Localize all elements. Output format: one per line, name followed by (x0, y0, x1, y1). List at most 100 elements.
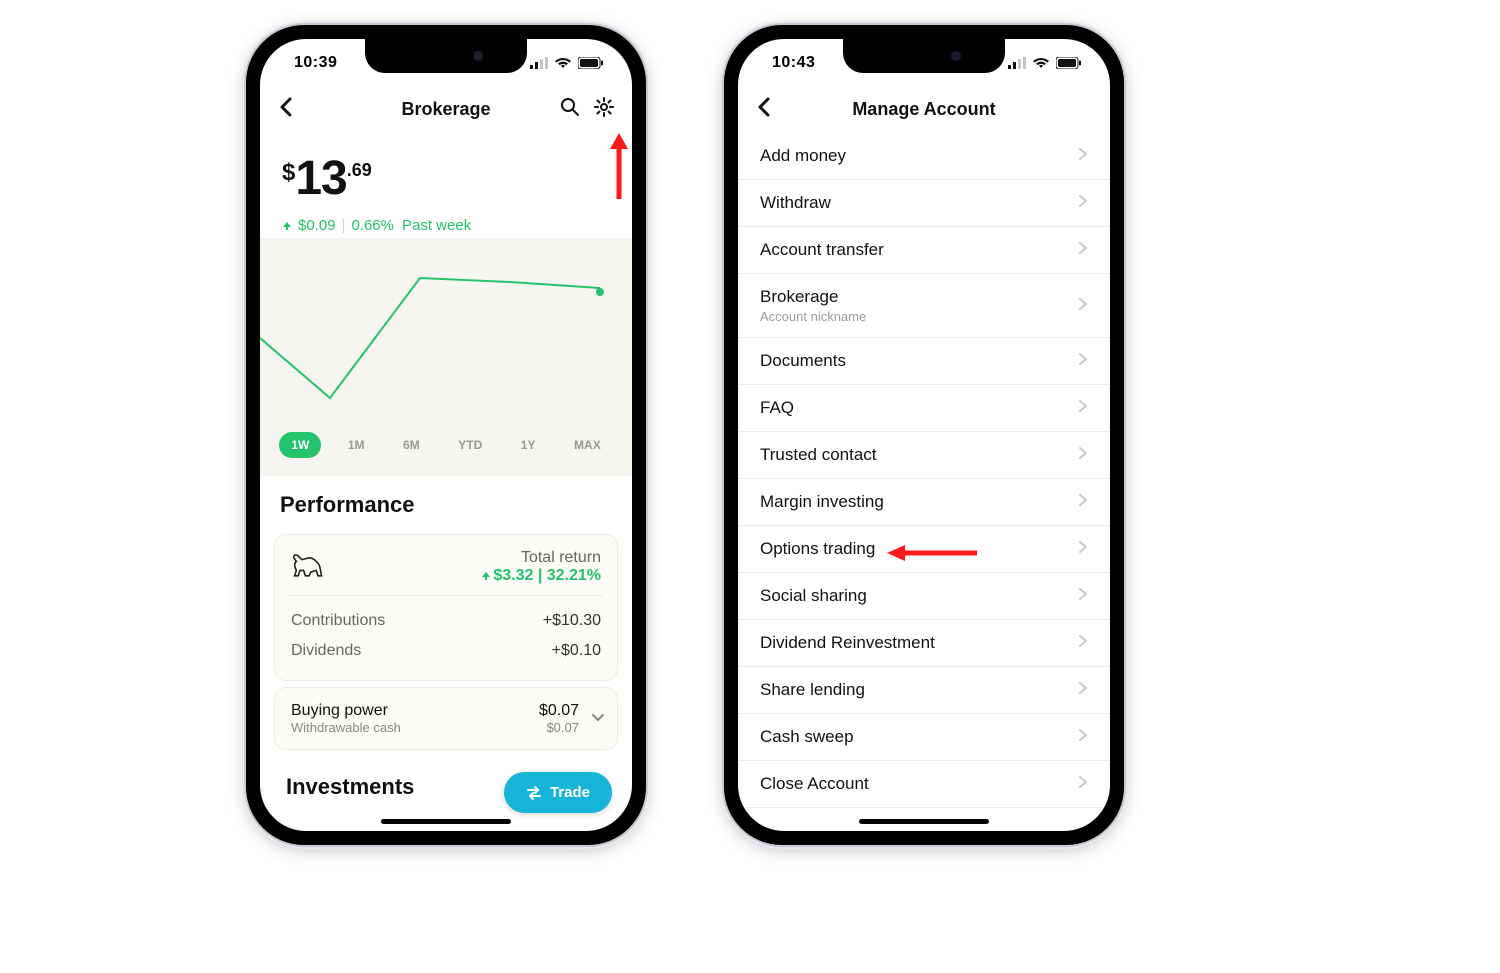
settings-item-label: Trusted contact (760, 445, 877, 465)
range-tabs: 1W 1M 6M YTD 1Y MAX (260, 428, 632, 476)
chevron-right-icon (1078, 146, 1088, 166)
balance-delta: $0.09 | 0.66% Past week (282, 217, 610, 234)
settings-item-share-lending[interactable]: Share lending (738, 667, 1110, 714)
contributions-value: +$10.30 (543, 612, 601, 630)
chevron-down-icon (591, 713, 605, 723)
settings-item-label: Social sharing (760, 586, 867, 606)
battery-icon (578, 57, 604, 69)
range-tab-1y[interactable]: 1Y (509, 432, 548, 458)
chevron-right-icon (1078, 539, 1088, 559)
trade-icon (526, 786, 542, 800)
home-indicator[interactable] (381, 819, 511, 824)
screen: 10:43 Manage Account Add money Withdraw Ac… (738, 39, 1110, 831)
trade-button[interactable]: Trade (504, 772, 612, 813)
account-balance: $ 13 .69 (282, 155, 610, 203)
delta-period: Past week (402, 217, 471, 234)
settings-button[interactable] (594, 97, 614, 122)
battery-icon (1056, 57, 1082, 69)
chevron-left-icon (278, 97, 292, 117)
settings-item-label: Account transfer (760, 240, 884, 260)
nav-bar: Brokerage (260, 87, 632, 131)
settings-item-sublabel: Account nickname (760, 309, 866, 324)
back-button[interactable] (278, 97, 292, 122)
back-button[interactable] (756, 97, 770, 122)
content: $ 13 .69 $0.09 | 0.66% Past week (260, 131, 632, 831)
chevron-right-icon (1078, 633, 1088, 653)
chevron-right-icon (1078, 351, 1088, 371)
chevron-left-icon (756, 97, 770, 117)
settings-item-faq[interactable]: FAQ (738, 385, 1110, 432)
wifi-icon (1032, 57, 1050, 69)
settings-item-label: Options trading (760, 539, 875, 559)
settings-item-withdraw[interactable]: Withdraw (738, 180, 1110, 227)
cellular-icon (530, 57, 548, 69)
balance-chart[interactable] (260, 238, 632, 428)
settings-item-brokerage[interactable]: Brokerage Account nickname (738, 274, 1110, 338)
settings-item-documents[interactable]: Documents (738, 338, 1110, 385)
separator: | (342, 217, 346, 234)
settings-item-label: Share lending (760, 680, 865, 700)
annotation-arrow-settings (608, 129, 630, 201)
range-tab-max[interactable]: MAX (562, 432, 613, 458)
phone-manage-account: 10:43 Manage Account Add money Withdraw Ac… (724, 25, 1124, 845)
balance-block: $ 13 .69 $0.09 | 0.66% Past week (260, 131, 632, 238)
settings-item-cash-sweep[interactable]: Cash sweep (738, 714, 1110, 761)
chevron-right-icon (1078, 296, 1088, 316)
settings-item-account-transfer[interactable]: Account transfer (738, 227, 1110, 274)
nav-title: Brokerage (344, 99, 548, 120)
settings-item-label: Margin investing (760, 492, 884, 512)
buying-power-label: Buying power (291, 702, 388, 720)
settings-item-label: Documents (760, 351, 846, 371)
total-return-value: $3.32 | 32.21% (481, 567, 601, 585)
settings-item-label: FAQ (760, 398, 794, 418)
range-tab-1m[interactable]: 1M (336, 432, 377, 458)
arrow-up-icon (481, 571, 491, 581)
settings-item-label: Withdraw (760, 193, 831, 213)
trade-label: Trade (550, 784, 590, 801)
search-button[interactable] (560, 97, 580, 122)
annotation-arrow-options (883, 544, 979, 562)
status-time: 10:43 (772, 54, 815, 72)
chevron-right-icon (1078, 398, 1088, 418)
settings-item-close-account[interactable]: Close Account (738, 761, 1110, 808)
settings-item-dividend-reinvestment[interactable]: Dividend Reinvestment (738, 620, 1110, 667)
status-time: 10:39 (294, 54, 337, 72)
range-tab-ytd[interactable]: YTD (446, 432, 494, 458)
cellular-icon (1008, 57, 1026, 69)
gear-icon (594, 97, 614, 117)
currency-symbol: $ (282, 161, 295, 185)
settings-item-add-money[interactable]: Add money (738, 133, 1110, 180)
wifi-icon (554, 57, 572, 69)
settings-item-social-sharing[interactable]: Social sharing (738, 573, 1110, 620)
withdrawable-label: Withdrawable cash (291, 720, 401, 735)
settings-item-trusted-contact[interactable]: Trusted contact (738, 432, 1110, 479)
settings-item-margin-investing[interactable]: Margin investing (738, 479, 1110, 526)
chevron-right-icon (1078, 240, 1088, 260)
chevron-right-icon (1078, 492, 1088, 512)
status-icons (530, 57, 604, 69)
settings-item-label: Dividend Reinvestment (760, 633, 935, 653)
settings-item-label: Brokerage (760, 287, 866, 307)
chevron-right-icon (1078, 680, 1088, 700)
chart-current-dot (596, 288, 604, 296)
search-icon (560, 97, 580, 117)
settings-list: Add money Withdraw Account transfer Brokera… (738, 131, 1110, 808)
status-icons (1008, 57, 1082, 69)
chevron-right-icon (1078, 586, 1088, 606)
nav-bar: Manage Account (738, 87, 1110, 131)
total-return-card[interactable]: Total return $3.32 | 32.21% Contribution… (274, 534, 618, 681)
buying-power-card[interactable]: Buying power $0.07 Withdrawable cash $0.… (274, 687, 618, 750)
content: Add money Withdraw Account transfer Brokera… (738, 131, 1110, 831)
expand-button[interactable] (591, 710, 605, 728)
balance-decimal: .69 (347, 161, 372, 179)
total-return-label: Total return (481, 549, 601, 567)
settings-item-label: Add money (760, 146, 846, 166)
chart-line (260, 238, 632, 428)
range-tab-1w[interactable]: 1W (279, 432, 321, 458)
range-tab-6m[interactable]: 6M (391, 432, 432, 458)
chevron-right-icon (1078, 445, 1088, 465)
phone-brokerage: 10:39 Brokerage (246, 25, 646, 845)
screen: 10:39 Brokerage (260, 39, 632, 831)
nav-title: Manage Account (822, 99, 1026, 120)
home-indicator[interactable] (859, 819, 989, 824)
